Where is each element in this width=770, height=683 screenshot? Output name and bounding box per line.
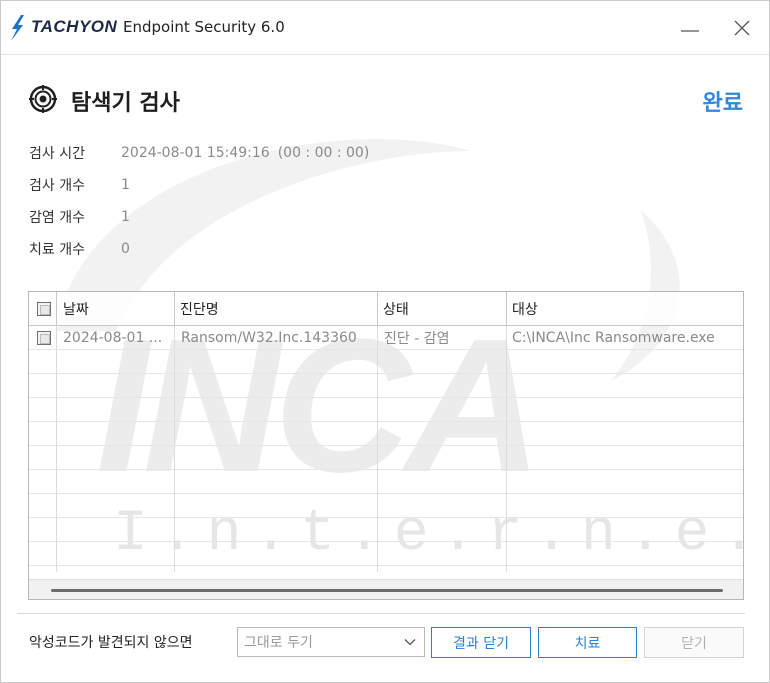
close-results-button[interactable]: 결과 닫기 <box>431 627 531 658</box>
cell-target: C:\INCA\Inc Ransomware.exe <box>512 329 715 346</box>
checkbox-box <box>37 301 51 316</box>
tachyon-bolt-icon <box>11 15 24 41</box>
table-header: 날짜 진단명 상태 대상 <box>29 292 743 326</box>
info-value: 2024-08-01 15:49:16 (00 : 00 : 00) <box>121 145 369 161</box>
info-row-cured-count: 치료 개수 0 <box>29 233 369 265</box>
scan-info: 검사 시간 2024-08-01 15:49:16 (00 : 00 : 00) … <box>29 137 369 265</box>
app-title: Endpoint Security 6.0 <box>123 18 285 36</box>
horizontal-scrollbar[interactable] <box>29 579 743 599</box>
table-row-empty <box>29 350 743 374</box>
page-title: 탐색기 검사 <box>71 91 180 116</box>
info-label: 감염 개수 <box>29 210 85 226</box>
table-row-empty <box>29 422 743 446</box>
scan-time-value: 2024-08-01 15:49:16 <box>121 145 270 161</box>
scan-status: 완료 <box>702 91 743 116</box>
no-malware-action-select[interactable]: 그대로 두기 <box>237 627 425 657</box>
table-row-empty <box>29 398 743 422</box>
minimize-button[interactable] <box>673 13 707 43</box>
select-all-checkbox[interactable] <box>37 292 51 325</box>
row-checkbox[interactable] <box>37 326 51 349</box>
select-value: 그대로 두기 <box>244 635 313 651</box>
brand-name: TACHYON <box>31 17 118 36</box>
table-row-empty <box>29 518 743 542</box>
close-button[interactable]: 닫기 <box>644 627 744 658</box>
info-row-scan-count: 검사 개수 1 <box>29 169 369 201</box>
info-label: 검사 시간 <box>29 146 85 162</box>
cure-button[interactable]: 치료 <box>538 627 637 658</box>
table-row-empty <box>29 494 743 518</box>
footer-divider <box>17 613 745 614</box>
title-bar: TACHYON Endpoint Security 6.0 <box>1 1 769 55</box>
column-header-diagnosis[interactable]: 진단명 <box>180 292 219 325</box>
column-header-date[interactable]: 날짜 <box>63 292 89 325</box>
close-window-button[interactable] <box>725 13 759 43</box>
cell-date: 2024-08-01 ... <box>63 329 163 346</box>
info-row-infected-count: 감염 개수 1 <box>29 201 369 233</box>
chevron-down-icon <box>404 639 416 646</box>
info-value: 1 <box>121 177 130 193</box>
table-row-empty <box>29 446 743 470</box>
table-row-empty <box>29 374 743 398</box>
column-header-status[interactable]: 상태 <box>383 292 409 325</box>
close-icon <box>734 20 750 36</box>
scrollbar-thumb[interactable] <box>51 589 723 592</box>
table-row-empty <box>29 542 743 566</box>
table-row[interactable]: 2024-08-01 ... Ransom/W32.Inc.143360 진단 … <box>29 326 743 350</box>
info-row-scan-time: 검사 시간 2024-08-01 15:49:16 (00 : 00 : 00) <box>29 137 369 169</box>
scan-duration-value: (00 : 00 : 00) <box>277 145 370 161</box>
results-table[interactable]: 날짜 진단명 상태 대상 2024-08-01 ... Ransom/W32.I… <box>28 291 744 600</box>
minimize-icon <box>681 30 699 32</box>
info-value: 1 <box>121 209 130 225</box>
info-value: 0 <box>121 241 130 257</box>
cell-status: 진단 - 감염 <box>384 330 450 347</box>
app-window: INCA I.n.t.e.r.n.e.t TACHYON Endpoint Se… <box>0 0 770 683</box>
info-label: 검사 개수 <box>29 178 85 194</box>
no-malware-action-label: 악성코드가 발견되지 않으면 <box>29 635 193 651</box>
scan-target-icon <box>29 85 57 113</box>
info-label: 치료 개수 <box>29 242 85 258</box>
checkbox-box <box>37 330 51 345</box>
cell-diagnosis: Ransom/W32.Inc.143360 <box>181 329 357 346</box>
table-row-empty <box>29 470 743 494</box>
column-header-target[interactable]: 대상 <box>512 292 538 325</box>
